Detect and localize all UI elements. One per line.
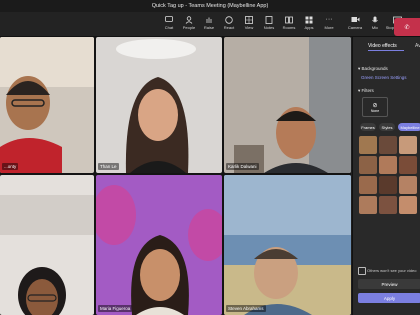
participant-video [116, 39, 196, 173]
notice-text: Others won't see your video [367, 268, 417, 273]
title-bar: Quick Tag up - Teams Meeting (Maybelline… [0, 0, 420, 12]
filter-thumbnail[interactable] [379, 156, 397, 174]
filter-thumbnail[interactable] [399, 196, 417, 214]
participant-video [0, 37, 94, 173]
people-button[interactable]: People [180, 15, 198, 35]
react-label: React [223, 25, 235, 30]
raise-hand-icon [205, 15, 214, 24]
camera-button[interactable]: Camera [346, 15, 364, 35]
filter-thumbnail[interactable] [399, 156, 417, 174]
tab-avatars[interactable]: Av [415, 43, 420, 49]
raise-button[interactable]: Raise [200, 15, 218, 35]
react-button[interactable]: React [220, 15, 238, 35]
chat-button[interactable]: Chat [160, 15, 178, 35]
apply-label: Apply [383, 295, 396, 301]
camera-label: Camera [347, 25, 363, 30]
more-button[interactable]: ··· More [320, 15, 338, 35]
apps-label: Apps [304, 25, 314, 30]
preview-button[interactable]: Preview [358, 279, 420, 289]
participant-video [234, 37, 351, 173]
mic-icon [371, 15, 380, 24]
chat-icon [165, 15, 174, 24]
none-label: None [370, 108, 380, 113]
filter-thumbnail[interactable] [399, 136, 417, 154]
more-icon: ··· [325, 16, 333, 23]
participant-tile[interactable]: ...onty [0, 37, 94, 173]
apps-button[interactable]: Apps [300, 15, 318, 35]
mic-label: Mic [371, 25, 379, 30]
participant-tile[interactable]: Steven Abrahams [224, 175, 351, 315]
tab-video-effects[interactable]: Video effects [368, 43, 397, 49]
none-icon: ⊘ [372, 102, 378, 109]
filter-thumbnail[interactable] [359, 196, 377, 214]
participant-name: Than Le [98, 163, 119, 170]
raise-label: Raise [203, 25, 215, 30]
leave-button[interactable]: ✆ [394, 18, 420, 36]
react-icon [225, 15, 234, 24]
filter-tab-maybelline[interactable]: Maybelline [398, 123, 420, 131]
more-label: More [324, 25, 334, 30]
filter-tab-frames[interactable]: Frames [360, 123, 376, 131]
participant-name: Steven Abrahams [226, 305, 266, 312]
apps-icon [305, 15, 314, 24]
participant-video [224, 175, 351, 315]
filter-thumbnail[interactable] [359, 176, 377, 194]
notes-button[interactable]: Notes [260, 15, 278, 35]
camera-icon [351, 15, 360, 24]
filters-header[interactable]: ▾ Filters [358, 88, 374, 94]
participant-tile[interactable] [0, 175, 94, 315]
view-button[interactable]: View [240, 15, 258, 35]
filter-thumbnail[interactable] [379, 196, 397, 214]
participant-tile[interactable]: Than Le [96, 37, 222, 173]
backgrounds-header[interactable]: ▾ Backgrounds [358, 66, 388, 72]
participant-video [0, 195, 94, 315]
filter-thumbnail[interactable] [379, 176, 397, 194]
participant-video [96, 185, 222, 315]
apply-button[interactable]: Apply [358, 293, 420, 303]
green-screen-settings-link[interactable]: Green Screen Settings [361, 75, 407, 80]
filter-thumbnail[interactable] [359, 156, 377, 174]
notes-label: Notes [263, 25, 275, 30]
participant-name: Karlik Dalwani [226, 163, 259, 170]
participant-tile[interactable]: Maria Figueroa [96, 175, 222, 315]
meeting-toolbar: Chat People Raise React View Notes Rooms… [0, 12, 420, 37]
mic-button[interactable]: Mic [366, 15, 384, 35]
backgrounds-label: Backgrounds [361, 66, 388, 71]
others-see-video-checkbox[interactable] [358, 267, 366, 275]
window-title: Quick Tag up - Teams Meeting (Maybelline… [151, 3, 269, 9]
filters-label: Filters [361, 88, 374, 93]
participant-name: ...onty [2, 163, 19, 170]
video-grid: ...onty Than Le Karlik Dalwani Maria Fig… [0, 37, 351, 315]
preview-label: Preview [381, 281, 398, 287]
filter-thumbnail[interactable] [379, 136, 397, 154]
chat-label: Chat [164, 25, 174, 30]
participant-tile[interactable]: Karlik Dalwani [224, 37, 351, 173]
filter-thumbnail[interactable] [359, 136, 377, 154]
participant-name: Maria Figueroa [98, 305, 133, 312]
filter-tab-styles[interactable]: Styles [379, 123, 395, 131]
rooms-icon [285, 15, 294, 24]
hang-up-icon: ✆ [404, 24, 410, 31]
rooms-button[interactable]: Rooms [280, 15, 298, 35]
active-tab-indicator [368, 50, 404, 51]
view-label: View [244, 25, 254, 30]
notes-icon [265, 15, 274, 24]
people-label: People [182, 25, 196, 30]
video-effects-panel: Video effects Av ▾ Backgrounds Green Scr… [352, 37, 420, 315]
view-icon [245, 15, 254, 24]
none-filter-button[interactable]: ⊘ None [362, 97, 388, 117]
filter-thumbnail[interactable] [399, 176, 417, 194]
people-icon [185, 15, 194, 24]
rooms-label: Rooms [282, 25, 296, 30]
